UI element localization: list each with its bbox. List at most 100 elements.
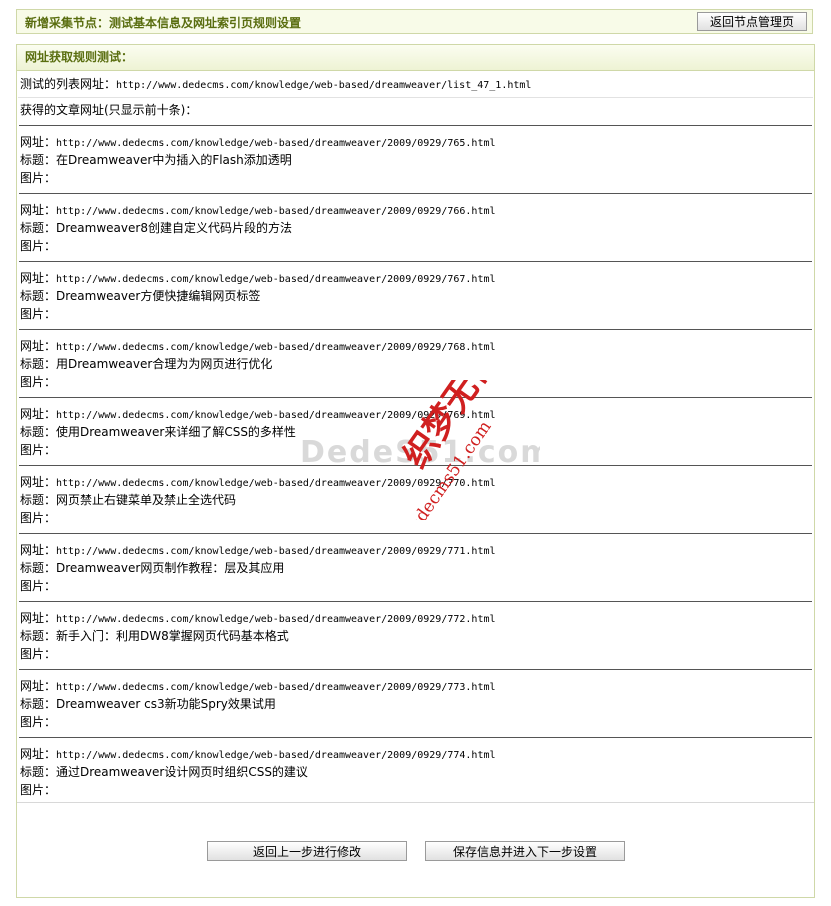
result-url-value: http://www.dedecms.com/knowledge/web-bas… bbox=[56, 682, 496, 693]
result-title-value: 新手入门：利用DW8掌握网页代码基本格式 bbox=[56, 629, 289, 643]
result-image-label: 图片： bbox=[20, 375, 57, 389]
result-url: 网址：http://www.dedecms.com/knowledge/web-… bbox=[20, 678, 496, 696]
result-url: 网址：http://www.dedecms.com/knowledge/web-… bbox=[20, 746, 496, 764]
row-divider bbox=[18, 97, 813, 98]
result-url: 网址：http://www.dedecms.com/knowledge/web-… bbox=[20, 270, 496, 288]
result-title-label: 标题： bbox=[20, 561, 57, 575]
result-separator bbox=[19, 737, 812, 738]
result-separator bbox=[19, 669, 812, 670]
result-url: 网址：http://www.dedecms.com/knowledge/web-… bbox=[20, 134, 496, 152]
bottom-divider bbox=[17, 802, 814, 803]
result-url-label: 网址： bbox=[20, 271, 57, 285]
result-separator bbox=[19, 465, 812, 466]
result-image: 图片： bbox=[20, 646, 56, 662]
list-url-label: 测试的列表网址： bbox=[20, 77, 117, 91]
panel-title: 网址获取规则测试： bbox=[17, 45, 814, 71]
result-title: 标题：在Dreamweaver中为插入的Flash添加透明 bbox=[20, 152, 292, 168]
result-title-value: Dreamweaver网页制作教程：层及其应用 bbox=[56, 561, 285, 575]
result-separator bbox=[19, 193, 812, 194]
result-separator bbox=[19, 329, 812, 330]
result-image: 图片： bbox=[20, 782, 56, 798]
result-url-label: 网址： bbox=[20, 543, 57, 557]
result-url: 网址：http://www.dedecms.com/knowledge/web-… bbox=[20, 610, 496, 628]
result-title-label: 标题： bbox=[20, 493, 57, 507]
results-label: 获得的文章网址(只显示前十条)： bbox=[20, 103, 198, 117]
result-title: 标题：网页禁止右键菜单及禁止全选代码 bbox=[20, 492, 236, 508]
result-image: 图片： bbox=[20, 510, 56, 526]
result-title-label: 标题： bbox=[20, 765, 57, 779]
result-title-label: 标题： bbox=[20, 425, 57, 439]
result-image-label: 图片： bbox=[20, 783, 57, 797]
result-url-value: http://www.dedecms.com/knowledge/web-bas… bbox=[56, 410, 496, 421]
result-title: 标题：Dreamweaver cs3新功能Spry效果试用 bbox=[20, 696, 276, 712]
result-url: 网址：http://www.dedecms.com/knowledge/web-… bbox=[20, 474, 496, 492]
result-title-value: 通过Dreamweaver设计网页时组织CSS的建议 bbox=[56, 765, 308, 779]
result-url-label: 网址： bbox=[20, 339, 57, 353]
result-title-label: 标题： bbox=[20, 289, 57, 303]
result-title: 标题：通过Dreamweaver设计网页时组织CSS的建议 bbox=[20, 764, 308, 780]
result-url: 网址：http://www.dedecms.com/knowledge/web-… bbox=[20, 542, 496, 560]
result-url: 网址：http://www.dedecms.com/knowledge/web-… bbox=[20, 338, 496, 356]
result-image-label: 图片： bbox=[20, 307, 57, 321]
result-separator bbox=[19, 397, 812, 398]
result-url-label: 网址： bbox=[20, 611, 57, 625]
result-title: 标题：使用Dreamweaver来详细了解CSS的多样性 bbox=[20, 424, 296, 440]
result-separator bbox=[19, 261, 812, 262]
result-separator bbox=[19, 125, 812, 126]
result-url-value: http://www.dedecms.com/knowledge/web-bas… bbox=[56, 206, 496, 217]
result-image-label: 图片： bbox=[20, 647, 57, 661]
result-url-label: 网址： bbox=[20, 747, 57, 761]
result-image-label: 图片： bbox=[20, 239, 57, 253]
result-url-label: 网址： bbox=[20, 203, 57, 217]
list-url-row: 测试的列表网址：http://www.dedecms.com/knowledge… bbox=[20, 76, 531, 94]
result-url-value: http://www.dedecms.com/knowledge/web-bas… bbox=[56, 478, 496, 489]
result-url-value: http://www.dedecms.com/knowledge/web-bas… bbox=[56, 546, 496, 557]
list-url-value: http://www.dedecms.com/knowledge/web-bas… bbox=[116, 80, 532, 91]
result-image-label: 图片： bbox=[20, 443, 57, 457]
result-url: 网址：http://www.dedecms.com/knowledge/web-… bbox=[20, 406, 496, 424]
result-image-label: 图片： bbox=[20, 511, 57, 525]
back-step-button[interactable]: 返回上一步进行修改 bbox=[207, 841, 407, 861]
result-title-label: 标题： bbox=[20, 357, 57, 371]
result-image: 图片： bbox=[20, 578, 56, 594]
result-url-value: http://www.dedecms.com/knowledge/web-bas… bbox=[56, 138, 496, 149]
result-separator bbox=[19, 601, 812, 602]
result-image-label: 图片： bbox=[20, 715, 57, 729]
result-title-value: 使用Dreamweaver来详细了解CSS的多样性 bbox=[56, 425, 296, 439]
result-title-label: 标题： bbox=[20, 221, 57, 235]
result-title-value: 用Dreamweaver合理为为网页进行优化 bbox=[56, 357, 273, 371]
result-separator bbox=[19, 533, 812, 534]
result-title: 标题：Dreamweaver方便快捷编辑网页标签 bbox=[20, 288, 260, 304]
result-title: 标题：新手入门：利用DW8掌握网页代码基本格式 bbox=[20, 628, 289, 644]
result-title: 标题：用Dreamweaver合理为为网页进行优化 bbox=[20, 356, 272, 372]
result-title-label: 标题： bbox=[20, 629, 57, 643]
result-title-value: Dreamweaver cs3新功能Spry效果试用 bbox=[56, 697, 276, 711]
result-image: 图片： bbox=[20, 170, 56, 186]
result-url-label: 网址： bbox=[20, 679, 57, 693]
result-title-value: Dreamweaver方便快捷编辑网页标签 bbox=[56, 289, 261, 303]
result-title-value: 在Dreamweaver中为插入的Flash添加透明 bbox=[56, 153, 292, 167]
result-title-label: 标题： bbox=[20, 153, 57, 167]
page-title: 新增采集节点：测试基本信息及网址索引页规则设置 bbox=[25, 16, 302, 30]
result-url-value: http://www.dedecms.com/knowledge/web-bas… bbox=[56, 342, 496, 353]
result-title-label: 标题： bbox=[20, 697, 57, 711]
result-url: 网址：http://www.dedecms.com/knowledge/web-… bbox=[20, 202, 496, 220]
result-url-value: http://www.dedecms.com/knowledge/web-bas… bbox=[56, 614, 496, 625]
back-to-node-manager-button[interactable]: 返回节点管理页 bbox=[697, 12, 807, 31]
result-image: 图片： bbox=[20, 306, 56, 322]
save-next-button[interactable]: 保存信息并进入下一步设置 bbox=[425, 841, 625, 861]
result-image-label: 图片： bbox=[20, 579, 57, 593]
result-title: 标题：Dreamweaver网页制作教程：层及其应用 bbox=[20, 560, 284, 576]
result-url-value: http://www.dedecms.com/knowledge/web-bas… bbox=[56, 274, 496, 285]
result-image: 图片： bbox=[20, 374, 56, 390]
result-image-label: 图片： bbox=[20, 171, 57, 185]
result-image: 图片： bbox=[20, 714, 56, 730]
result-url-label: 网址： bbox=[20, 407, 57, 421]
result-title: 标题：Dreamweaver8创建自定义代码片段的方法 bbox=[20, 220, 292, 236]
result-url-label: 网址： bbox=[20, 135, 57, 149]
result-url-value: http://www.dedecms.com/knowledge/web-bas… bbox=[56, 750, 496, 761]
result-url-label: 网址： bbox=[20, 475, 57, 489]
result-title-value: 网页禁止右键菜单及禁止全选代码 bbox=[56, 493, 237, 507]
result-title-value: Dreamweaver8创建自定义代码片段的方法 bbox=[56, 221, 292, 235]
url-rule-test-panel: 网址获取规则测试： 测试的列表网址：http://www.dedecms.com… bbox=[16, 44, 815, 898]
